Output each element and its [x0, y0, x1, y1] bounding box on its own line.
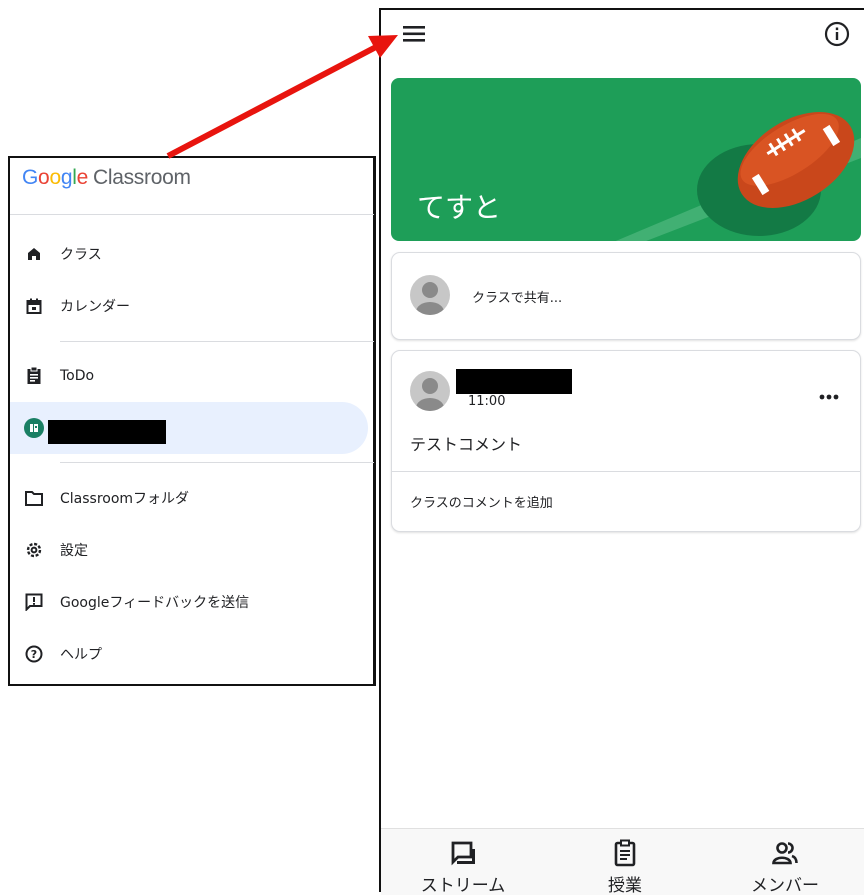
drawer-item-classes[interactable]: クラス — [10, 232, 368, 276]
post-time: 11:00 — [468, 394, 506, 409]
author-avatar — [410, 371, 450, 411]
hamburger-icon — [403, 26, 425, 42]
share-placeholder: クラスで共有... — [472, 291, 563, 306]
drawer-divider — [60, 462, 374, 463]
drawer-divider — [60, 341, 374, 342]
nav-people[interactable]: メンバー — [705, 829, 864, 896]
feedback-icon — [24, 592, 44, 612]
drawer-item-label: カレンダー — [60, 299, 130, 315]
bottom-navigation: ストリーム 授業 メンバー — [381, 828, 864, 896]
nav-classwork[interactable]: 授業 — [545, 829, 705, 896]
drawer-divider — [10, 214, 374, 215]
nav-people-label: メンバー — [751, 876, 819, 896]
people-icon — [772, 842, 798, 865]
redacted-class-name — [48, 420, 166, 444]
class-banner[interactable]: てすと — [391, 78, 861, 241]
drawer-item-label: Googleフィードバックを送信 — [60, 595, 250, 611]
drawer-item-label: ヘルプ — [60, 647, 102, 663]
class-title: てすと — [417, 191, 502, 224]
nav-stream[interactable]: ストリーム — [383, 829, 543, 896]
info-icon — [824, 21, 850, 47]
post-body: テストコメント — [410, 435, 523, 454]
drawer-item-feedback[interactable]: Googleフィードバックを送信 — [10, 580, 368, 624]
drawer-item-calendar[interactable]: カレンダー — [10, 284, 368, 328]
home-icon — [24, 244, 44, 264]
class-stream-screen: てすと クラスで共有... 11:00 テストコメント クラスのコメントを追加 … — [379, 8, 864, 896]
user-avatar — [410, 275, 450, 315]
classwork-icon — [614, 839, 636, 867]
class-info-button[interactable] — [824, 21, 850, 47]
post-divider — [392, 471, 860, 472]
google-classroom-logo: Google Classroom — [22, 166, 191, 189]
drawer-item-settings[interactable]: 設定 — [10, 528, 368, 572]
add-class-comment[interactable]: クラスのコメントを追加 — [410, 492, 553, 511]
stream-icon — [451, 841, 475, 866]
share-with-class-card[interactable]: クラスで共有... — [391, 252, 861, 340]
svg-text:?: ? — [31, 648, 37, 661]
nav-stream-label: ストリーム — [420, 876, 506, 896]
drawer-item-label: 設定 — [60, 543, 88, 559]
drawer-item-class-current[interactable] — [10, 402, 368, 454]
drawer-item-label: クラス — [60, 247, 102, 263]
nav-classwork-label: 授業 — [608, 876, 642, 896]
post-more-button[interactable] — [818, 387, 842, 400]
drawer-item-label: Classroomフォルダ — [60, 491, 190, 507]
clipboard-icon — [24, 366, 44, 386]
calendar-icon — [24, 296, 44, 316]
folder-icon — [24, 488, 44, 508]
drawer-item-help[interactable]: ? ヘルプ — [10, 632, 368, 676]
stream-post-card: 11:00 テストコメント クラスのコメントを追加 — [391, 350, 861, 532]
drawer-item-classroom-folder[interactable]: Classroomフォルダ — [10, 476, 368, 520]
menu-button[interactable] — [403, 24, 427, 44]
help-icon: ? — [24, 644, 44, 664]
navigation-drawer: Google Classroom クラス カレンダー ToDo Classroom… — [8, 156, 376, 686]
gear-icon — [24, 540, 44, 560]
redacted-author-name — [456, 369, 572, 394]
drawer-item-label: ToDo — [60, 368, 95, 384]
drawer-item-todo[interactable]: ToDo — [10, 354, 368, 398]
class-avatar-icon — [24, 418, 44, 438]
more-horizontal-icon — [819, 394, 839, 400]
